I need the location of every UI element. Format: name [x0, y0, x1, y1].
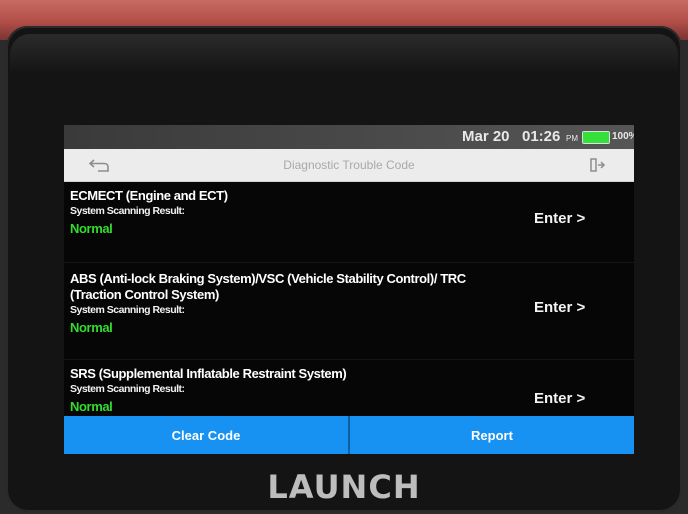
status-time: 01:26	[522, 128, 561, 145]
status-ampm: PM	[566, 134, 578, 143]
bezel-glare	[10, 34, 678, 74]
back-arrow-icon[interactable]	[88, 157, 110, 173]
system-row[interactable]: ABS (Anti-lock Braking System)/VSC (Vehi…	[64, 263, 634, 360]
exit-icon[interactable]	[588, 157, 606, 173]
clear-code-button[interactable]: Clear Code	[64, 416, 348, 454]
system-name: ECMECT (Engine and ECT)	[70, 188, 228, 203]
system-list: ECMECT (Engine and ECT) System Scanning …	[64, 182, 634, 437]
battery-fill	[583, 132, 609, 143]
system-name: ABS (Anti-lock Braking System)/VSC (Vehi…	[70, 271, 466, 302]
bottom-action-bar: Clear Code Report	[64, 416, 634, 454]
system-name: SRS (Supplemental Inflatable Restraint S…	[70, 366, 347, 381]
status-bar: Mar 20 01:26 PM 100%	[64, 125, 634, 149]
brand-logo: LAUNCH	[267, 468, 421, 506]
enter-button[interactable]: Enter >	[534, 210, 585, 227]
system-row[interactable]: ECMECT (Engine and ECT) System Scanning …	[64, 182, 634, 263]
report-button[interactable]: Report	[348, 416, 634, 454]
page-title: Diagnostic Trouble Code	[283, 158, 415, 172]
enter-button[interactable]: Enter >	[534, 390, 585, 407]
title-bar: Diagnostic Trouble Code	[64, 149, 634, 182]
status-date: Mar 20	[462, 128, 510, 145]
scan-result-status: Normal	[70, 320, 113, 335]
device-screen: Mar 20 01:26 PM 100% Diagnostic Trouble …	[64, 125, 634, 454]
battery-percent: 100%	[612, 131, 634, 142]
enter-button[interactable]: Enter >	[534, 299, 585, 316]
battery-icon	[582, 131, 610, 144]
